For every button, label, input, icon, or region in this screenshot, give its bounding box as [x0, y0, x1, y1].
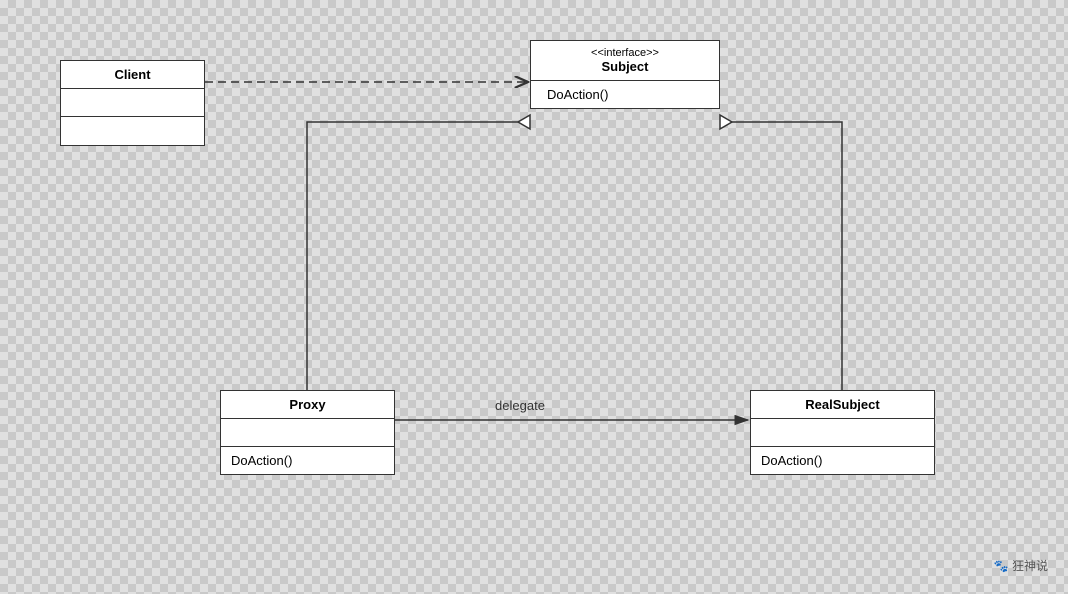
realsubject-section-empty	[751, 419, 934, 447]
proxy-section-empty	[221, 419, 394, 447]
proxy-realization-line	[307, 122, 530, 390]
diagram-area: Client <<interface>> Subject DoAction() …	[0, 0, 1068, 594]
realsubject-method: DoAction()	[751, 447, 934, 474]
realsubject-box: RealSubject DoAction()	[750, 390, 935, 475]
subject-method: DoAction()	[531, 81, 719, 108]
realsubject-realization-line	[720, 122, 842, 390]
proxy-realization-triangle	[518, 115, 530, 129]
subject-method-text: DoAction()	[547, 87, 608, 102]
client-section-1	[61, 89, 204, 117]
subject-name: Subject	[602, 59, 649, 74]
watermark-icon: 🐾	[994, 559, 1009, 573]
client-section-2	[61, 117, 204, 145]
client-name: Client	[114, 67, 150, 82]
realsubject-name: RealSubject	[805, 397, 879, 412]
watermark-text: 狂神说	[1012, 559, 1048, 573]
proxy-header: Proxy	[221, 391, 394, 419]
delegate-label: delegate	[495, 398, 545, 413]
realsubject-header: RealSubject	[751, 391, 934, 419]
proxy-method: DoAction()	[221, 447, 394, 474]
realsubject-realization-triangle	[720, 115, 732, 129]
watermark: 🐾 狂神说	[994, 557, 1048, 574]
proxy-name: Proxy	[289, 397, 325, 412]
subject-stereotype: <<interface>>	[591, 47, 659, 59]
subject-header: <<interface>> Subject	[531, 41, 719, 81]
client-header: Client	[61, 61, 204, 89]
proxy-box: Proxy DoAction()	[220, 390, 395, 475]
proxy-method-text: DoAction()	[231, 453, 292, 468]
client-box: Client	[60, 60, 205, 146]
subject-box: <<interface>> Subject DoAction()	[530, 40, 720, 109]
realsubject-method-text: DoAction()	[761, 453, 822, 468]
